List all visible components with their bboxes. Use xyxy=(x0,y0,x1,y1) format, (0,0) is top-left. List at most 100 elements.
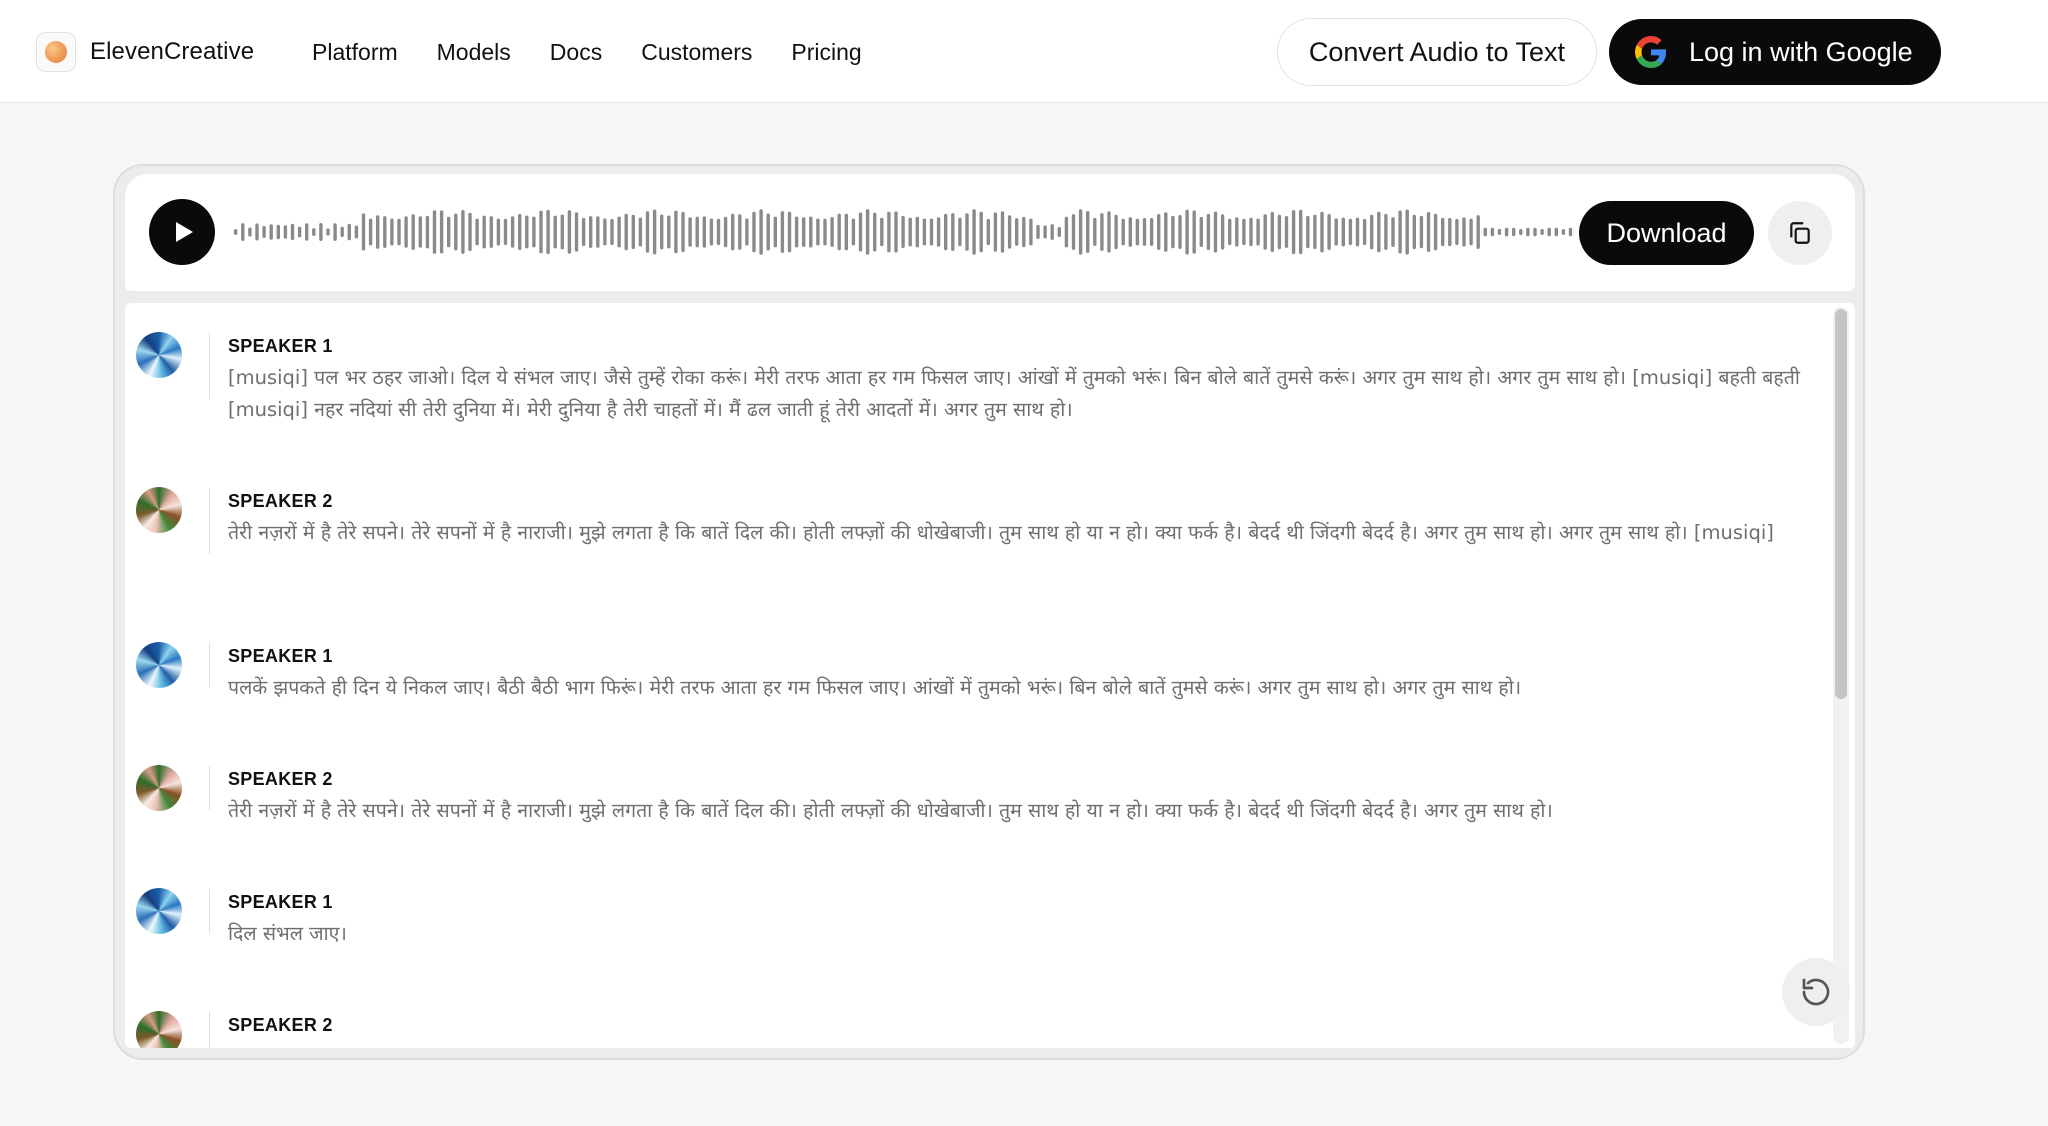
waveform-bar xyxy=(1164,212,1168,252)
nav-link-docs[interactable]: Docs xyxy=(550,36,602,68)
entry-divider xyxy=(209,488,210,554)
waveform-bar xyxy=(915,216,919,248)
waveform-bar xyxy=(539,210,543,254)
waveform-bar xyxy=(1114,214,1118,250)
waveform-bar xyxy=(979,211,983,253)
speaker-label: SPEAKER 1 xyxy=(228,892,333,912)
waveform-bar xyxy=(1320,211,1324,253)
waveform-bar xyxy=(929,218,934,246)
waveform-bar xyxy=(1199,216,1203,247)
waveform-bar xyxy=(1015,218,1019,246)
waveform-bar xyxy=(780,211,785,253)
waveform-bar xyxy=(1469,218,1473,246)
speaker-label: SPEAKER 1 xyxy=(228,336,333,356)
waveform-bar xyxy=(312,228,316,236)
waveform-bar xyxy=(1341,217,1345,247)
waveform-bar xyxy=(1441,217,1445,247)
entry-divider xyxy=(209,333,210,399)
waveform-bar xyxy=(709,218,714,246)
waveform-bar xyxy=(489,216,493,248)
transcript-entry: SPEAKER 1 पलकें झपकते ही दिन ये निकल जाए… xyxy=(125,613,1825,736)
waveform-bar xyxy=(368,218,373,246)
waveform-bar xyxy=(1029,218,1033,246)
waveform-bar xyxy=(944,213,948,251)
waveform-bar xyxy=(880,217,884,247)
waveform-bar xyxy=(276,224,280,240)
speaker-avatar xyxy=(136,642,182,688)
waveform-bar xyxy=(1412,214,1416,250)
waveform-bar xyxy=(894,211,898,253)
waveform-bar xyxy=(1270,211,1274,253)
waveform-bar xyxy=(610,219,614,245)
transcription-card: Download SPEAKER 1 [musiqi] पल भर ठहर जा… xyxy=(113,164,1865,1060)
waveform-bar xyxy=(1426,212,1431,252)
nav-link-customers[interactable]: Customers xyxy=(641,36,752,68)
waveform-bar xyxy=(887,211,891,253)
waveform-bar xyxy=(262,226,266,238)
waveform-bar xyxy=(1405,209,1409,255)
waveform-bar xyxy=(652,209,657,255)
transcript-entry: SPEAKER 1 दिल संभल जाए। xyxy=(125,859,1825,982)
waveform-bar xyxy=(290,223,295,241)
waveform-bar xyxy=(688,217,692,247)
waveform-bar xyxy=(674,210,678,254)
waveform-bar xyxy=(958,217,962,247)
waveform-bar xyxy=(809,216,813,248)
google-login-button[interactable]: Log in with Google xyxy=(1609,19,1941,85)
waveform-bar xyxy=(1078,209,1083,255)
waveform-bar xyxy=(823,218,827,246)
waveform-bar xyxy=(865,209,870,255)
waveform-bar xyxy=(510,216,515,248)
waveform-bar xyxy=(816,218,820,246)
waveform-bar xyxy=(1561,229,1566,235)
waveform-bar xyxy=(418,216,422,248)
waveform-bar xyxy=(546,209,550,255)
speaker-label: SPEAKER 2 xyxy=(228,1015,333,1035)
waveform-bar xyxy=(1348,218,1353,246)
restart-button[interactable] xyxy=(1782,958,1850,1026)
waveform-bar xyxy=(269,224,273,240)
waveform-bar xyxy=(1483,227,1487,237)
waveform-bar xyxy=(354,225,359,239)
waveform-bar xyxy=(766,213,770,251)
waveform-bar xyxy=(624,213,628,251)
brand[interactable]: ElevenCreative xyxy=(36,32,254,72)
waveform-bar xyxy=(1185,209,1189,255)
nav-link-models[interactable]: Models xyxy=(437,36,511,68)
entry-divider xyxy=(209,643,210,687)
waveform-bar xyxy=(759,209,763,255)
waveform-bar xyxy=(802,217,806,247)
transcript-entry: SPEAKER 1 [musiqi] पल भर ठहर जाओ। दिल ये… xyxy=(125,303,1825,458)
google-login-label: Log in with Google xyxy=(1689,36,1913,67)
waveform-bar xyxy=(347,223,351,241)
main-nav: Platform Models Docs Customers Pricing xyxy=(312,36,862,68)
waveform-bar xyxy=(660,214,664,250)
waveform-bar xyxy=(404,216,408,248)
convert-audio-button[interactable]: Convert Audio to Text xyxy=(1277,18,1597,86)
transcript-panel[interactable]: SPEAKER 1 [musiqi] पल भर ठहर जाओ। दिल ये… xyxy=(125,303,1855,1048)
waveform-bar xyxy=(397,218,401,246)
waveform-bar xyxy=(1398,210,1402,254)
restart-icon xyxy=(1802,978,1830,1006)
scrollbar-thumb[interactable] xyxy=(1835,309,1847,699)
waveform-bar xyxy=(596,216,600,248)
play-button[interactable] xyxy=(149,199,215,265)
waveform-bar xyxy=(851,218,856,246)
nav-link-platform[interactable]: Platform xyxy=(312,36,398,68)
waveform-bar xyxy=(1093,218,1097,246)
waveform-bar xyxy=(567,210,572,254)
audio-waveform[interactable] xyxy=(234,194,1576,270)
waveform-bar xyxy=(1568,227,1573,237)
waveform-bar xyxy=(773,216,777,248)
nav-link-pricing[interactable]: Pricing xyxy=(791,36,861,68)
waveform-bar xyxy=(475,218,479,246)
copy-button[interactable] xyxy=(1768,201,1832,265)
transcript-scrollbar[interactable] xyxy=(1833,307,1849,1044)
waveform-bar xyxy=(716,218,721,246)
download-button[interactable]: Download xyxy=(1579,201,1754,265)
waveform-bar xyxy=(1299,209,1303,255)
waveform-bar xyxy=(1355,217,1360,247)
brand-logo-icon xyxy=(36,32,76,72)
waveform-bar xyxy=(283,225,288,239)
google-icon xyxy=(1635,36,1666,68)
